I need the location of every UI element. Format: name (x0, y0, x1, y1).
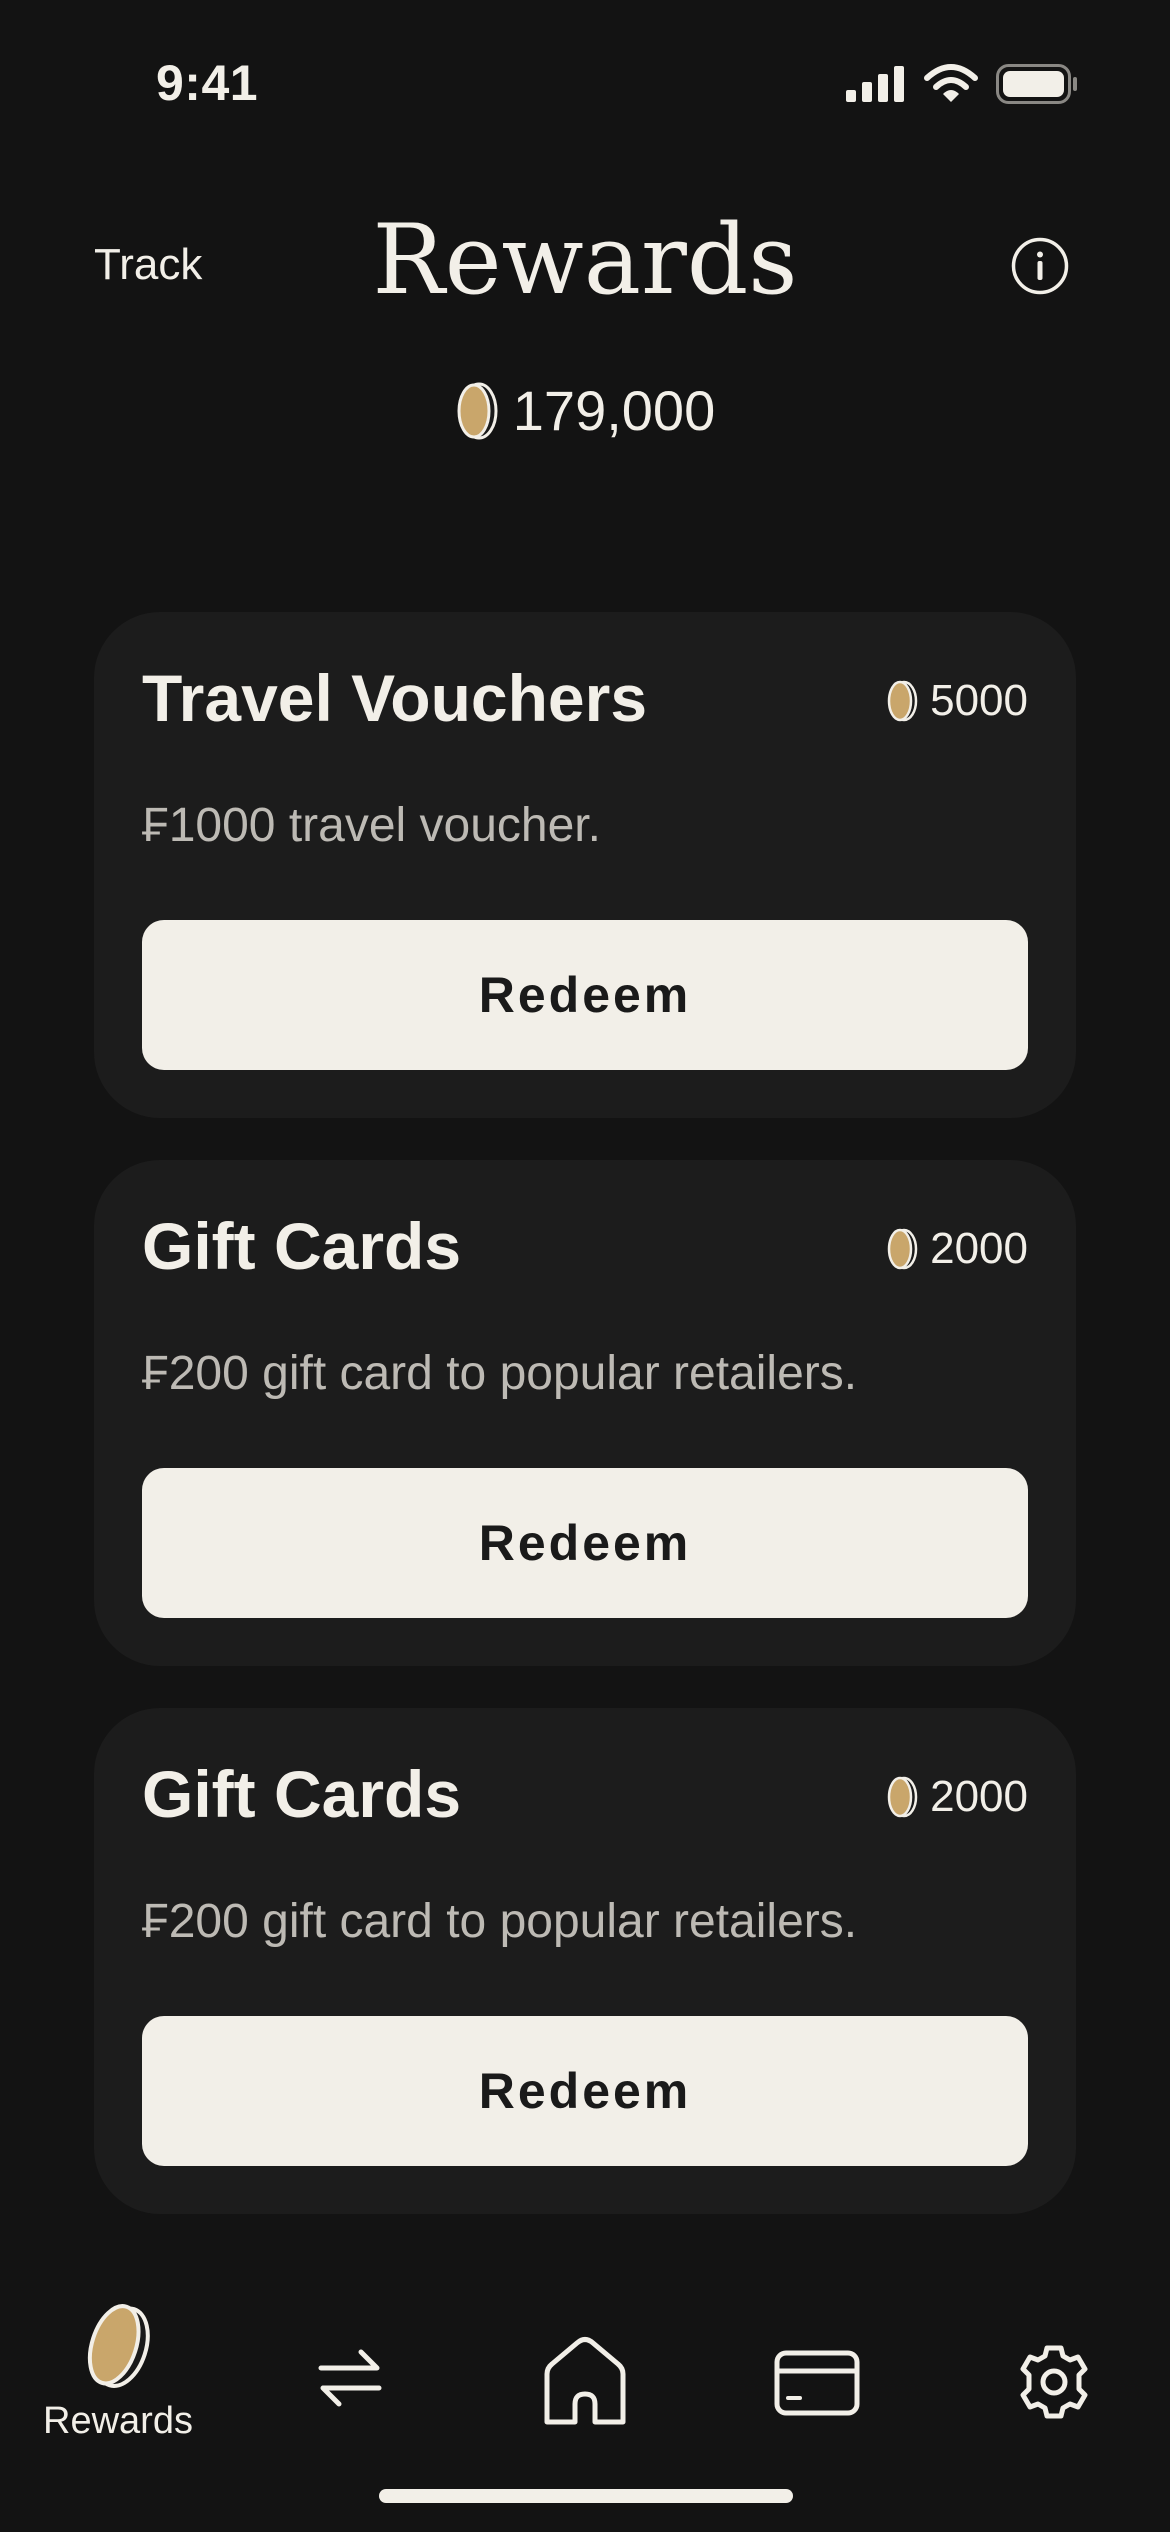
tab-label: Rewards (43, 2400, 193, 2442)
reward-cost-value: 2000 (930, 1772, 1028, 1821)
cellular-signal-icon (846, 66, 904, 102)
coin-icon (887, 680, 918, 722)
status-icons (846, 64, 1078, 104)
reward-description: ₣200 gift card to popular retailers. (142, 1347, 858, 1400)
redeem-button[interactable]: Redeem (142, 1468, 1028, 1618)
reward-title: Gift Cards (142, 1209, 462, 1283)
tab-transfer[interactable] (300, 2346, 400, 2410)
reward-title: Travel Vouchers (142, 661, 648, 735)
coin-icon (887, 1228, 918, 1270)
home-icon (544, 2337, 626, 2425)
tab-settings[interactable] (1004, 2344, 1104, 2420)
status-bar: 9:41 (0, 0, 1170, 150)
transfer-icon (318, 2349, 382, 2407)
reward-description: ₣1000 travel voucher. (142, 799, 601, 852)
card-icon (774, 2350, 860, 2416)
redeem-button[interactable]: Redeem (142, 2016, 1028, 2166)
tab-cards[interactable] (767, 2350, 867, 2416)
settings-icon (1020, 2345, 1088, 2419)
reward-description: ₣200 gift card to popular retailers. (142, 1895, 858, 1948)
page-title: Rewards (372, 204, 798, 316)
tab-rewards[interactable]: Rewards (30, 2298, 206, 2443)
points-balance: 179,000 (0, 378, 1170, 443)
reward-title: Gift Cards (142, 1757, 462, 1831)
info-button[interactable] (1010, 236, 1070, 296)
coin-icon (887, 1776, 918, 1818)
reward-card: Gift Cards 2000 ₣200 gift card to popula… (94, 1708, 1076, 2214)
home-indicator (379, 2489, 793, 2503)
balance-value: 179,000 (512, 379, 716, 442)
wifi-icon (924, 64, 978, 102)
tab-home[interactable] (535, 2334, 635, 2426)
reward-cost-value: 2000 (930, 1224, 1028, 1273)
reward-card: Gift Cards 2000 ₣200 gift card to popula… (94, 1160, 1076, 1666)
reward-cost-value: 5000 (930, 676, 1028, 725)
reward-cost: 2000 (886, 1772, 1028, 1822)
battery-icon (996, 64, 1077, 104)
status-time: 9:41 (156, 55, 259, 111)
reward-cost: 5000 (886, 676, 1028, 726)
reward-card: Travel Vouchers 5000 ₣1000 travel vouche… (94, 612, 1076, 1118)
header: Track Rewards (0, 180, 1170, 360)
redeem-button[interactable]: Redeem (142, 920, 1028, 1070)
reward-cost: 2000 (886, 1224, 1028, 1274)
coin-icon (87, 2304, 150, 2388)
coin-icon (457, 382, 498, 439)
info-icon (1011, 237, 1069, 295)
